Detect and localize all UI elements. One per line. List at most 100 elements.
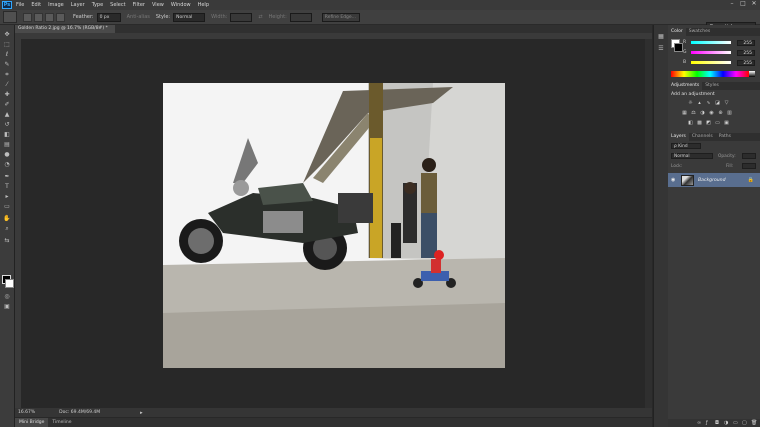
tool-preset-picker[interactable] bbox=[3, 11, 17, 23]
style-select[interactable]: Normal bbox=[173, 12, 206, 22]
menu-layer[interactable]: Layer bbox=[71, 2, 85, 8]
menu-select[interactable]: Select bbox=[110, 2, 125, 8]
menu-file[interactable]: File bbox=[16, 2, 24, 8]
color-spectrum-bw[interactable] bbox=[749, 71, 755, 77]
healing-tool-icon[interactable]: ✚ bbox=[3, 91, 11, 99]
eraser-tool-icon[interactable]: ◧ bbox=[3, 131, 11, 139]
tab-swatches[interactable]: Swatches bbox=[686, 28, 714, 36]
crop-tool-icon[interactable]: ⌗ bbox=[3, 71, 11, 79]
levels-icon[interactable]: ▴ bbox=[697, 101, 702, 106]
red-slider[interactable] bbox=[691, 41, 731, 44]
color-lookup-icon[interactable]: ▥ bbox=[727, 111, 732, 116]
threshold-icon[interactable]: ◩ bbox=[706, 121, 711, 126]
gradient-map-icon[interactable]: ▭ bbox=[715, 121, 720, 126]
swap-colors-icon[interactable]: ⇆ bbox=[3, 237, 11, 245]
antialias-checkbox[interactable]: Anti-alias bbox=[127, 14, 150, 20]
menu-window[interactable]: Window bbox=[171, 2, 191, 8]
shape-tool-icon[interactable]: ▭ bbox=[3, 203, 11, 211]
properties-panel-icon[interactable]: ☰ bbox=[657, 45, 665, 53]
add-mask-icon[interactable]: ◘ bbox=[715, 420, 720, 426]
intersect-selection-icon[interactable] bbox=[56, 12, 65, 22]
exposure-icon[interactable]: ◪ bbox=[715, 101, 720, 106]
vertical-scrollbar[interactable] bbox=[645, 39, 652, 408]
brush-tool-icon[interactable]: ✐ bbox=[3, 101, 11, 109]
layer-row-background[interactable]: ◉ Background 🔒 bbox=[668, 173, 760, 187]
new-adjustment-icon[interactable]: ◑ bbox=[724, 420, 729, 426]
vibrance-icon[interactable]: ▽ bbox=[724, 101, 729, 106]
width-input[interactable] bbox=[230, 12, 253, 22]
link-layers-icon[interactable]: ∞ bbox=[697, 420, 702, 426]
lasso-tool-icon[interactable]: ℓ bbox=[3, 51, 11, 59]
swap-icon[interactable]: ⇄ bbox=[258, 14, 262, 20]
layer-style-icon[interactable]: ƒ bbox=[706, 420, 711, 426]
selective-color-icon[interactable]: ▣ bbox=[724, 121, 729, 126]
blur-tool-icon[interactable]: ● bbox=[3, 151, 11, 159]
minimize-button[interactable]: – bbox=[728, 0, 736, 8]
tab-adjustments[interactable]: Adjustments bbox=[668, 82, 703, 90]
hue-saturation-icon[interactable]: ▦ bbox=[682, 111, 687, 116]
opacity-input[interactable] bbox=[742, 153, 756, 159]
channel-mixer-icon[interactable]: ⊕ bbox=[718, 111, 723, 116]
history-brush-tool-icon[interactable]: ↺ bbox=[3, 121, 11, 129]
gradient-tool-icon[interactable]: ▤ bbox=[3, 141, 11, 149]
invert-icon[interactable]: ◧ bbox=[688, 121, 693, 126]
background-color-swatch[interactable] bbox=[5, 279, 14, 288]
history-panel-icon[interactable]: ▦ bbox=[657, 33, 665, 41]
quick-mask-icon[interactable]: ◎ bbox=[3, 293, 11, 301]
marquee-tool-icon[interactable]: ⬚ bbox=[3, 41, 11, 49]
tab-layers[interactable]: Layers bbox=[668, 133, 689, 141]
brightness-icon[interactable]: ☼ bbox=[688, 101, 693, 106]
tab-timeline[interactable]: Timeline bbox=[48, 418, 75, 427]
photo-filter-icon[interactable]: ◉ bbox=[709, 111, 714, 116]
feather-input[interactable]: 0 px bbox=[96, 12, 121, 22]
maximize-button[interactable]: □ bbox=[739, 0, 747, 8]
tab-channels[interactable]: Channels bbox=[689, 133, 716, 141]
new-layer-icon[interactable]: ▢ bbox=[742, 420, 747, 426]
green-slider[interactable] bbox=[691, 51, 731, 54]
refine-edge-button[interactable]: Refine Edge... bbox=[321, 12, 360, 22]
clone-stamp-tool-icon[interactable]: ▲ bbox=[3, 111, 11, 119]
posterize-icon[interactable]: ▩ bbox=[697, 121, 702, 126]
blue-value[interactable]: 255 bbox=[737, 59, 755, 66]
pen-tool-icon[interactable]: ✒ bbox=[3, 173, 11, 181]
status-menu-arrow-icon[interactable]: ▸ bbox=[140, 410, 143, 416]
new-group-icon[interactable]: ▭ bbox=[733, 420, 738, 426]
blend-mode-select[interactable]: Normal bbox=[671, 153, 713, 159]
quick-select-tool-icon[interactable]: ✎ bbox=[3, 61, 11, 69]
layer-kind-filter[interactable]: ρ Kind bbox=[671, 143, 701, 149]
tab-mini-bridge[interactable]: Mini Bridge bbox=[15, 418, 49, 427]
color-spectrum[interactable] bbox=[671, 71, 749, 77]
screen-mode-icon[interactable]: ▣ bbox=[3, 303, 11, 311]
type-tool-icon[interactable]: T bbox=[3, 183, 11, 191]
menu-filter[interactable]: Filter bbox=[133, 2, 145, 8]
blue-slider[interactable] bbox=[691, 61, 731, 64]
document-tab[interactable]: Golden Ratio 2.jpg @ 16.7% (RGB/8#) * × bbox=[15, 25, 115, 39]
eyedropper-tool-icon[interactable]: ⁄ bbox=[3, 81, 11, 89]
zoom-tool-icon[interactable]: ⌕ bbox=[3, 225, 11, 233]
tab-color[interactable]: Color bbox=[668, 28, 686, 36]
zoom-level[interactable]: 16.67% bbox=[18, 410, 35, 415]
menu-help[interactable]: Help bbox=[198, 2, 209, 8]
green-value[interactable]: 255 bbox=[737, 49, 755, 56]
black-white-icon[interactable]: ◑ bbox=[700, 111, 705, 116]
menu-image[interactable]: Image bbox=[48, 2, 64, 8]
visibility-eye-icon[interactable]: ◉ bbox=[671, 177, 676, 183]
red-value[interactable]: 255 bbox=[737, 39, 755, 46]
fill-input[interactable] bbox=[742, 163, 756, 169]
move-tool-icon[interactable]: ✥ bbox=[3, 31, 11, 39]
close-button[interactable]: ✕ bbox=[750, 0, 758, 8]
curves-icon[interactable]: ∿ bbox=[706, 101, 711, 106]
add-selection-icon[interactable] bbox=[34, 12, 43, 22]
new-selection-icon[interactable] bbox=[23, 12, 32, 22]
dodge-tool-icon[interactable]: ◔ bbox=[3, 161, 11, 169]
subtract-selection-icon[interactable] bbox=[45, 12, 54, 22]
delete-layer-icon[interactable]: 🗑 bbox=[751, 420, 757, 426]
tab-styles[interactable]: Styles bbox=[702, 82, 722, 90]
menu-view[interactable]: View bbox=[152, 2, 164, 8]
color-bg-swatch[interactable] bbox=[674, 43, 683, 52]
tab-paths[interactable]: Paths bbox=[716, 133, 734, 141]
menu-type[interactable]: Type bbox=[92, 2, 103, 8]
path-select-tool-icon[interactable]: ▸ bbox=[3, 193, 11, 201]
menu-edit[interactable]: Edit bbox=[31, 2, 41, 8]
height-input[interactable] bbox=[289, 12, 312, 22]
